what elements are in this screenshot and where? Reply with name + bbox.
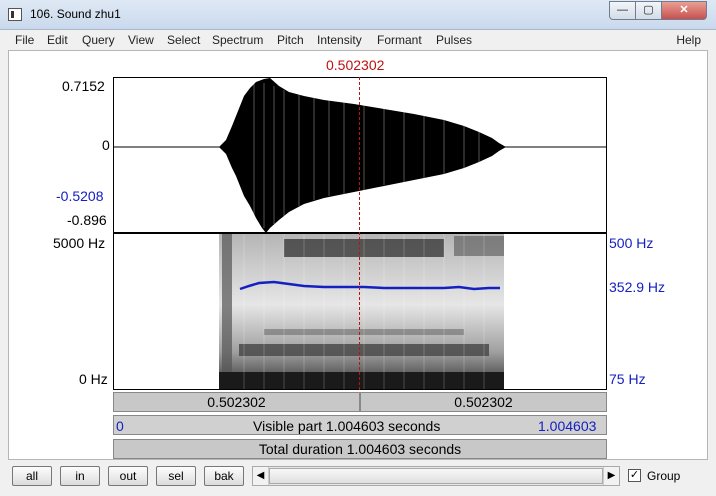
- menu-intensity[interactable]: Intensity: [317, 33, 362, 47]
- spectrogram-onset: [222, 234, 232, 389]
- group-checkbox[interactable]: ✓: [628, 469, 641, 482]
- minimize-button[interactable]: —: [609, 1, 636, 20]
- pitch-bottom-label: 75 Hz: [609, 371, 646, 387]
- visible-end-label: 1.004603: [538, 418, 597, 434]
- waveform-panel[interactable]: [113, 77, 607, 233]
- right-segment-bar[interactable]: 0.502302: [360, 392, 607, 412]
- waveform-envelope: [219, 78, 506, 232]
- maximize-button[interactable]: ▢: [635, 1, 662, 20]
- cursor-time-label: 0.502302: [326, 57, 385, 73]
- formant-band-f0: [219, 372, 504, 389]
- menu-formant[interactable]: Formant: [377, 33, 422, 47]
- spectrogram-top-freq-label: 5000 Hz: [53, 235, 106, 251]
- zoom-out-button[interactable]: out: [108, 466, 148, 486]
- menu-bar: File Edit Query View Select Spectrum Pit…: [8, 30, 708, 50]
- pitch-top-label: 500 Hz: [609, 235, 654, 251]
- cursor-line: [359, 77, 360, 390]
- menu-pitch[interactable]: Pitch: [277, 33, 304, 47]
- time-scrollbar[interactable]: ◀ ▶: [252, 466, 620, 486]
- window-title: 106. Sound zhu1: [30, 7, 121, 21]
- scrollbar-thumb[interactable]: [269, 468, 603, 484]
- visible-start-label: 0: [116, 418, 124, 434]
- zoom-in-button[interactable]: in: [60, 466, 100, 486]
- spectrogram-energy: [219, 234, 504, 389]
- menu-select[interactable]: Select: [167, 33, 200, 47]
- menu-view[interactable]: View: [128, 33, 154, 47]
- menu-query[interactable]: Query: [82, 33, 115, 47]
- group-label: Group: [647, 469, 681, 483]
- menu-edit[interactable]: Edit: [47, 33, 68, 47]
- menu-pulses[interactable]: Pulses: [436, 33, 472, 47]
- formant-band-high-2: [454, 236, 504, 256]
- zoom-selection-button[interactable]: sel: [156, 466, 196, 486]
- total-duration-bar[interactable]: Total duration 1.004603 seconds: [113, 439, 607, 459]
- close-button[interactable]: ✕: [661, 1, 707, 20]
- title-bar: 106. Sound zhu1 — ▢ ✕: [0, 0, 716, 30]
- praat-sound-icon: [8, 8, 22, 21]
- left-segment-bar[interactable]: 0.502302: [113, 392, 360, 412]
- zoom-all-button[interactable]: all: [12, 466, 52, 486]
- spectrogram-plot: [219, 234, 504, 389]
- menu-spectrum[interactable]: Spectrum: [212, 33, 263, 47]
- spectrogram-bottom-freq-label: 0 Hz: [79, 371, 108, 387]
- spectrogram-panel[interactable]: [113, 233, 607, 390]
- pitch-current-label: 352.9 Hz: [609, 279, 666, 295]
- zoom-back-button[interactable]: bak: [204, 466, 244, 486]
- waveform-max-label: 0.7152: [62, 78, 105, 94]
- waveform-selection-min-label: -0.5208: [56, 188, 104, 204]
- waveform-plot: [114, 78, 606, 232]
- menu-help[interactable]: Help: [676, 33, 701, 47]
- scroll-right-arrow-icon[interactable]: ▶: [603, 467, 619, 485]
- scroll-left-arrow-icon[interactable]: ◀: [253, 467, 269, 485]
- visible-part-label: Visible part 1.004603 seconds: [253, 418, 441, 434]
- waveform-zero-label: 0: [102, 137, 110, 153]
- waveform-min-label: -0.896: [67, 212, 107, 228]
- menu-file[interactable]: File: [15, 33, 34, 47]
